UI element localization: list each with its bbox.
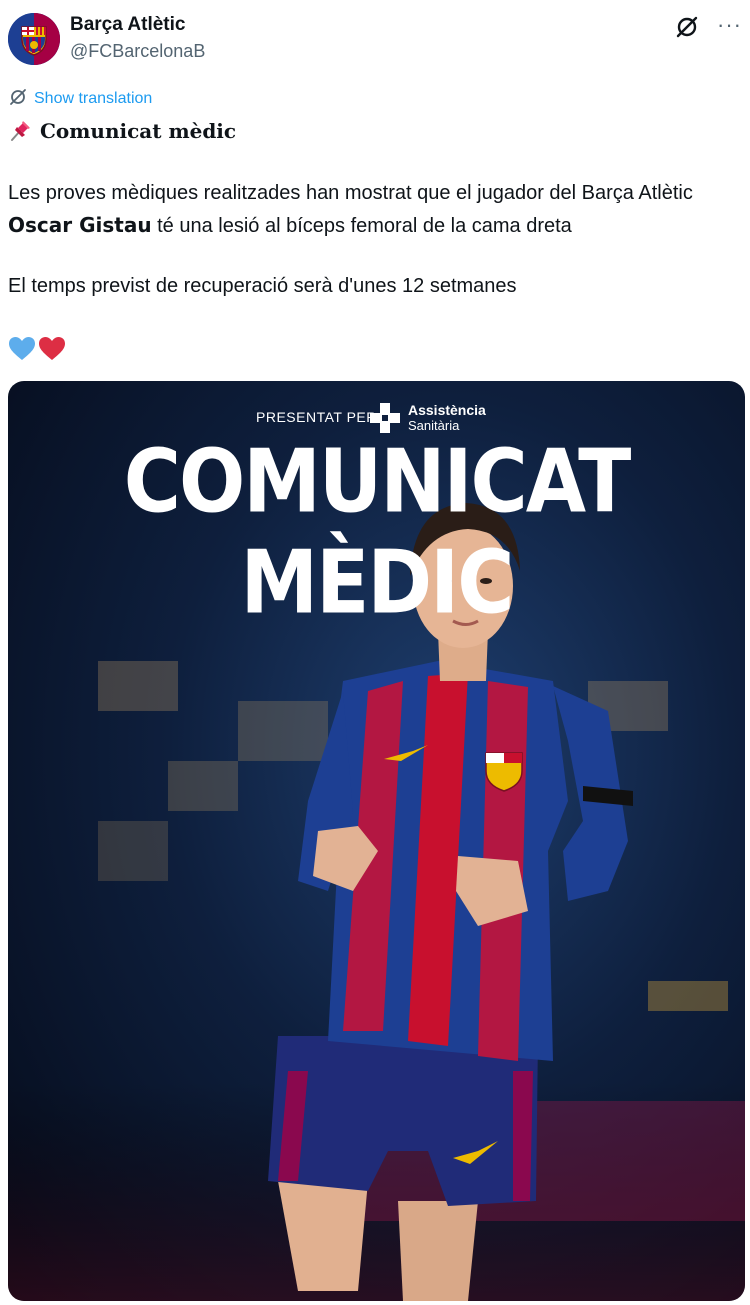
- show-translation-link[interactable]: Show translation: [8, 87, 152, 108]
- grok-icon[interactable]: [674, 14, 700, 40]
- account-name[interactable]: Barça Atlètic: [70, 14, 185, 36]
- sponsor-subtitle: Sanitària: [408, 418, 460, 433]
- red-heart-icon: [39, 337, 65, 360]
- blue-heart-icon: [9, 337, 35, 360]
- account-handle[interactable]: @FCBarcelonaB: [70, 41, 205, 62]
- para1-text-end: té una lesió al bíceps femoral de la cam…: [151, 215, 572, 237]
- para1-text-start: Les proves mèdiques realitzades han most…: [8, 182, 693, 204]
- sponsor-name: Assistència: [408, 402, 486, 418]
- presented-by-label: PRESENTAT PER: [256, 409, 377, 425]
- player-name: Oscar Gistau: [8, 213, 152, 237]
- tweet-header: Barça Atlètic @FCBarcelonaB ···: [8, 10, 742, 70]
- pin-icon: [11, 121, 30, 141]
- tweet-paragraph-2: El temps previst de recuperació serà d'u…: [8, 275, 517, 297]
- hearts-emoji: [8, 336, 68, 367]
- sponsor-logo-icon: [370, 403, 400, 433]
- show-translation-label: Show translation: [34, 90, 153, 107]
- tweet-title-text: Comunicat mèdic: [40, 119, 237, 143]
- media-headline: COMUNICAT MÈDIC: [123, 432, 632, 634]
- translate-icon: [10, 89, 26, 105]
- more-icon[interactable]: ···: [717, 12, 742, 38]
- tweet-media-image[interactable]: PRESENTAT PER Assistència Sanitària COMU…: [8, 381, 745, 1301]
- avatar[interactable]: [8, 13, 60, 65]
- tweet-title: Comunicat mèdic: [8, 117, 236, 143]
- tweet-paragraph-1: Les proves mèdiques realitzades han most…: [8, 177, 738, 242]
